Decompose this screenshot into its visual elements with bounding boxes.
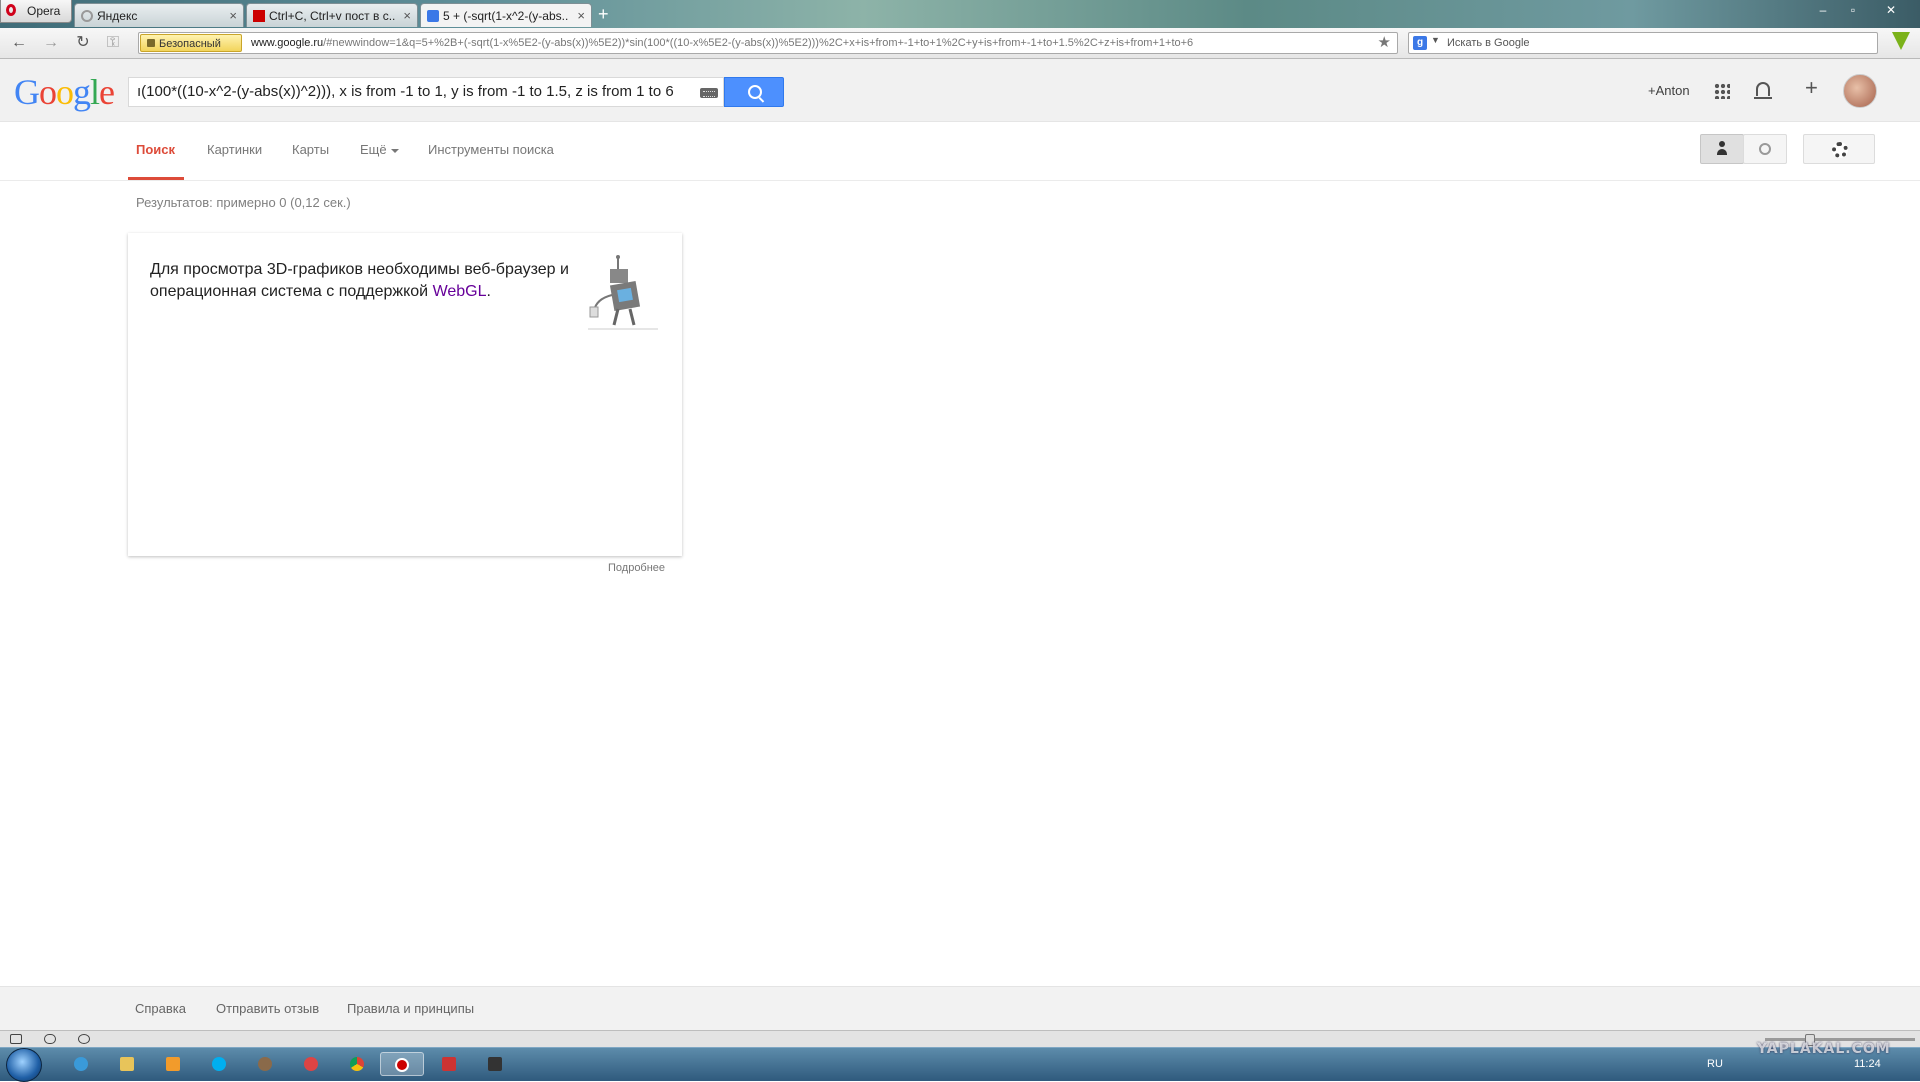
global-results-button[interactable]: [1743, 134, 1787, 164]
browser-search-placeholder: Искать в Google: [1447, 37, 1530, 49]
taskbar-media-player[interactable]: [160, 1052, 186, 1076]
tab-search[interactable]: Поиск: [136, 142, 175, 157]
google-logo[interactable]: Google: [14, 71, 115, 113]
taskbar-chrome[interactable]: [344, 1052, 370, 1076]
network-icon: [258, 1057, 272, 1071]
reload-icon[interactable]: ↻: [72, 33, 94, 53]
lock-icon: [147, 39, 155, 47]
taskbar-skype[interactable]: [206, 1052, 232, 1076]
url-text[interactable]: www.google.ru/#newwindow=1&q=5+%2B+(-sqr…: [251, 33, 1351, 53]
taskbar-app-9[interactable]: [436, 1052, 462, 1076]
tab-images[interactable]: Картинки: [207, 142, 262, 157]
tab-maps[interactable]: Карты: [292, 142, 329, 157]
browser-tab-yandex[interactable]: Яндекс ×: [74, 3, 244, 27]
unite-cloud-icon[interactable]: [44, 1034, 56, 1044]
person-icon: [1717, 141, 1727, 155]
graph-card: Для просмотра 3D-графиков необходимы веб…: [128, 233, 682, 556]
close-window-button[interactable]: ✕: [1878, 0, 1904, 20]
more-info-link[interactable]: Подробнее: [608, 562, 665, 574]
close-tab-icon[interactable]: ×: [577, 4, 585, 27]
browser-status-bar: [0, 1030, 1920, 1048]
user-profile-link[interactable]: +Anton: [1648, 83, 1690, 98]
footer-help-link[interactable]: Справка: [135, 1001, 186, 1016]
taskbar-app-6[interactable]: [298, 1052, 324, 1076]
panel-toggle-icon[interactable]: [10, 1034, 22, 1044]
taskbar-explorer[interactable]: [114, 1052, 140, 1076]
avatar[interactable]: [1843, 74, 1877, 108]
result-stats: Результатов: примерно 0 (0,12 сек.): [136, 195, 351, 210]
search-engine-icon[interactable]: g: [1413, 36, 1427, 50]
watermark: YAPLAKAL.COM: [1757, 1041, 1891, 1057]
browser-tab-google[interactable]: 5 + (-sqrt(1-x^2-(y-abs... ×: [420, 3, 592, 27]
loading-icon: [81, 10, 93, 22]
chevron-down-icon: [390, 148, 399, 153]
internet-explorer-icon: [74, 1057, 88, 1071]
search-input[interactable]: ı(100*((10-x^2-(y-abs(x))^2))), x is fro…: [137, 78, 677, 106]
start-button[interactable]: [6, 1048, 42, 1082]
google-footer: Справка Отправить отзыв Правила и принци…: [0, 986, 1920, 1031]
tab-search-tools[interactable]: Инструменты поиска: [428, 142, 554, 157]
browser-nav-bar: ← → ↻ ⚿ Безопасный www.google.ru/#newwin…: [0, 28, 1920, 59]
turbo-icon[interactable]: [78, 1034, 90, 1044]
taskbar-opera[interactable]: [380, 1052, 424, 1076]
webgl-link[interactable]: WebGL: [433, 283, 487, 300]
search-input-box[interactable]: ı(100*((10-x^2-(y-abs(x))^2))), x is fro…: [128, 77, 724, 107]
clock[interactable]: 11:24: [1854, 1058, 1881, 1070]
active-tab-indicator: [128, 177, 184, 180]
yaplakal-favicon-icon: [253, 10, 265, 22]
close-tab-icon[interactable]: ×: [403, 4, 411, 27]
settings-button[interactable]: [1803, 134, 1875, 164]
key-icon[interactable]: ⚿: [102, 33, 124, 53]
taskbar-app-10[interactable]: [482, 1052, 508, 1076]
tank-game-icon: [488, 1057, 502, 1071]
bookmark-star-icon[interactable]: ★: [1378, 34, 1391, 52]
security-badge[interactable]: Безопасный: [140, 34, 242, 52]
media-player-icon: [166, 1057, 180, 1071]
robot-illustration-icon: [588, 255, 658, 330]
tab-more[interactable]: Ещё: [360, 142, 399, 157]
folder-icon: [120, 1057, 134, 1071]
url-domain: www.google.ru: [251, 37, 324, 49]
webgl-message: Для просмотра 3D-графиков необходимы веб…: [150, 261, 569, 300]
opera-icon: [395, 1058, 409, 1072]
google-favicon-icon: [427, 10, 439, 22]
restore-button[interactable]: ▫: [1840, 0, 1866, 20]
app-icon: [304, 1057, 318, 1071]
apps-grid-icon[interactable]: [1714, 83, 1730, 99]
chrome-icon: [350, 1057, 364, 1071]
personal-results-button[interactable]: [1700, 134, 1744, 164]
globe-icon: [1759, 143, 1771, 155]
windows-taskbar: RU 11:24: [0, 1047, 1920, 1082]
chevron-down-icon[interactable]: ▼: [1431, 35, 1440, 45]
taskbar-app-5[interactable]: [252, 1052, 278, 1076]
address-bar[interactable]: Безопасный www.google.ru/#newwindow=1&q=…: [138, 32, 1398, 54]
keyboard-icon[interactable]: [700, 88, 718, 98]
url-path: /#newwindow=1&q=5+%2B+(-sqrt(1-x%5E2-(y-…: [323, 37, 1194, 49]
share-plus-icon[interactable]: +: [1805, 75, 1818, 101]
taskbar-ie[interactable]: [68, 1052, 94, 1076]
notifications-bell-icon[interactable]: [1754, 82, 1772, 99]
download-arrow-icon[interactable]: [1892, 32, 1910, 50]
forward-arrow-icon[interactable]: →: [40, 33, 62, 53]
browser-search-box[interactable]: g ▼ Искать в Google: [1408, 32, 1878, 54]
search-button[interactable]: [724, 77, 784, 107]
opera-menu-button[interactable]: Opera: [0, 0, 72, 23]
browser-tab-yaplakal[interactable]: Ctrl+C, Ctrl+v пост в с... ×: [246, 3, 418, 27]
footer-policies-link[interactable]: Правила и принципы: [347, 1001, 474, 1016]
gear-icon: [1832, 142, 1848, 158]
google-header: Google ı(100*((10-x^2-(y-abs(x))^2))), x…: [0, 59, 1920, 122]
close-tab-icon[interactable]: ×: [229, 4, 237, 27]
footer-feedback-link[interactable]: Отправить отзыв: [216, 1001, 319, 1016]
back-arrow-icon[interactable]: ←: [8, 33, 30, 53]
new-tab-button[interactable]: +: [598, 4, 609, 24]
poker-icon: [442, 1057, 456, 1071]
search-tabs-row: Поиск Картинки Карты Ещё Инструменты пои…: [0, 122, 1920, 181]
search-icon: [748, 85, 762, 99]
browser-tab-bar: Opera Яндекс × Ctrl+C, Ctrl+v пост в с..…: [0, 0, 1920, 28]
language-indicator[interactable]: RU: [1707, 1058, 1723, 1070]
skype-icon: [212, 1057, 226, 1071]
opera-logo-icon: [6, 4, 16, 16]
minimize-button[interactable]: –: [1810, 0, 1836, 20]
